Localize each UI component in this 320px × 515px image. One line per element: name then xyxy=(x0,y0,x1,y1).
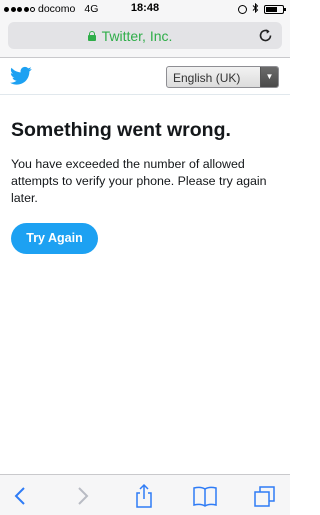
language-selected-label: English (UK) xyxy=(173,71,241,85)
site-title[interactable]: Twitter, Inc. xyxy=(102,28,173,44)
try-again-button[interactable]: Try Again xyxy=(11,223,98,254)
lock-icon xyxy=(87,30,96,41)
language-select[interactable]: English (UK) ▼ xyxy=(166,66,279,88)
error-message: You have exceeded the number of allowed … xyxy=(11,157,267,205)
alarm-icon xyxy=(238,5,247,14)
site-header: English (UK) ▼ xyxy=(0,58,290,95)
chevron-down-icon: ▼ xyxy=(260,67,278,87)
battery-icon xyxy=(264,5,286,14)
browser-chrome: docomo 4G 18:48 Twitter, Inc. xyxy=(0,0,290,58)
forward-icon[interactable] xyxy=(69,483,95,509)
status-bar: docomo 4G 18:48 xyxy=(0,0,290,18)
address-display[interactable]: Twitter, Inc. xyxy=(8,22,252,49)
browser-toolbar xyxy=(0,474,290,515)
share-icon[interactable] xyxy=(131,483,157,509)
address-bar[interactable]: Twitter, Inc. xyxy=(8,22,282,49)
status-right xyxy=(238,2,286,16)
page-title: Something went wrong. xyxy=(11,119,231,141)
bookmarks-icon[interactable] xyxy=(192,483,218,509)
bluetooth-icon xyxy=(252,2,259,16)
twitter-bird-icon[interactable] xyxy=(10,66,32,86)
reload-icon[interactable] xyxy=(257,27,274,44)
error-panel: Something went wrong. You have exceeded … xyxy=(11,118,283,207)
back-icon[interactable] xyxy=(8,483,34,509)
tabs-icon[interactable] xyxy=(252,483,278,509)
